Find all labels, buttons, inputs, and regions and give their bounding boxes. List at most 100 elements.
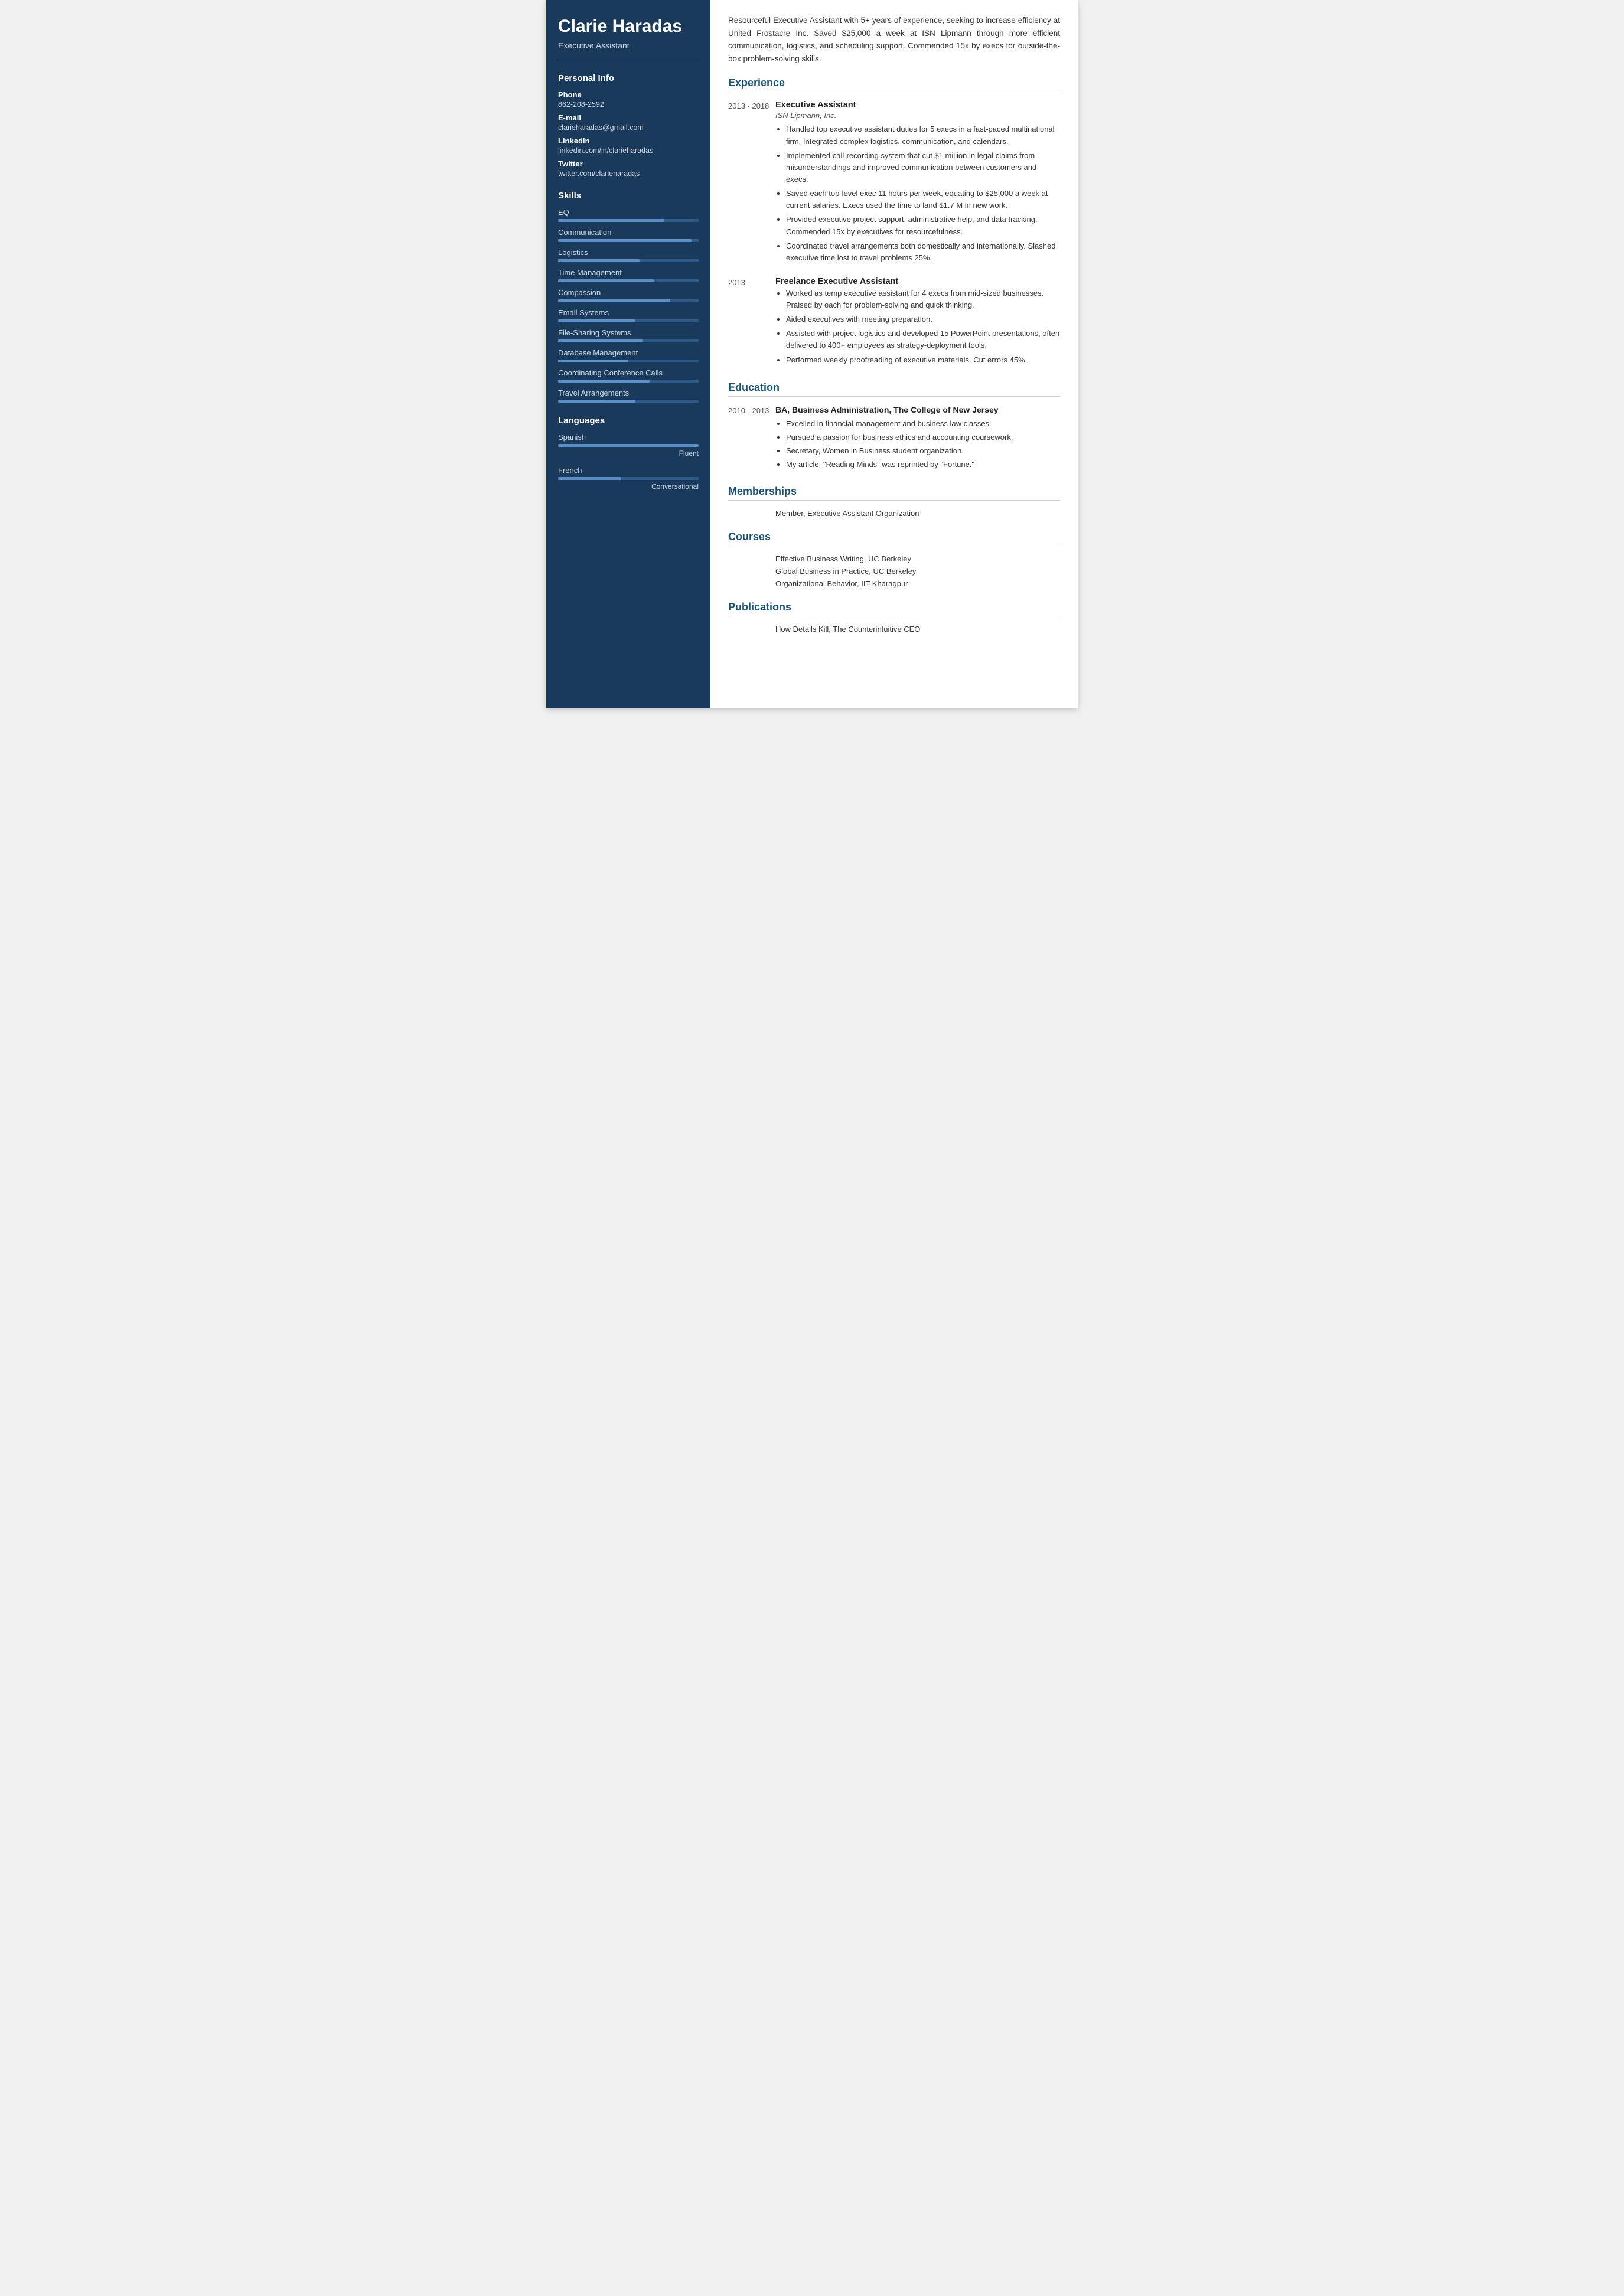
experience-section: Experience 2013 - 2018 Executive Assista…	[728, 77, 1060, 368]
education-heading: Education	[728, 381, 1060, 397]
skills-heading: Skills	[558, 191, 699, 201]
course-value: Organizational Behavior, IIT Kharagpur	[775, 579, 908, 588]
candidate-name: Clarie Haradas	[558, 17, 699, 37]
twitter-value: twitter.com/clarieharadas	[558, 169, 699, 178]
language-item: French Conversational	[558, 466, 699, 491]
exp-job-title: Freelance Executive Assistant	[775, 277, 1060, 286]
exp-bullets: Handled top executive assistant duties f…	[775, 123, 1060, 264]
course-value: Global Business in Practice, UC Berkeley	[775, 567, 916, 576]
courses-section: Courses Effective Business Writing, UC B…	[728, 531, 1060, 588]
phone-label: Phone	[558, 90, 699, 99]
courses-heading: Courses	[728, 531, 1060, 546]
skill-bar-bg	[558, 400, 699, 403]
skill-name: Coordinating Conference Calls	[558, 368, 699, 377]
edu-content: BA, Business Administration, The College…	[775, 405, 1060, 473]
skill-name: Time Management	[558, 268, 699, 277]
edu-bullet: Secretary, Women in Business student org…	[786, 445, 1060, 457]
exp-bullet: Provided executive project support, admi…	[786, 214, 1060, 237]
email-value: clarieharadas@gmail.com	[558, 123, 699, 132]
skill-name: EQ	[558, 208, 699, 217]
skill-item: Coordinating Conference Calls	[558, 368, 699, 383]
exp-job-title: Executive Assistant	[775, 100, 1060, 110]
experience-heading: Experience	[728, 77, 1060, 92]
course-indent	[728, 567, 775, 576]
language-level: Conversational	[558, 482, 699, 491]
resume-container: Clarie Haradas Executive Assistant Perso…	[546, 0, 1078, 708]
course-entry: Effective Business Writing, UC Berkeley	[728, 554, 1060, 563]
language-name: Spanish	[558, 433, 699, 442]
exp-bullet: Handled top executive assistant duties f…	[786, 123, 1060, 147]
course-indent	[728, 554, 775, 563]
language-bar-fill	[558, 444, 699, 447]
main-content: Resourceful Executive Assistant with 5+ …	[710, 0, 1078, 708]
experience-list: 2013 - 2018 Executive Assistant ISN Lipm…	[728, 100, 1060, 368]
summary-text: Resourceful Executive Assistant with 5+ …	[728, 14, 1060, 65]
exp-content: Freelance Executive Assistant Worked as …	[775, 277, 1060, 368]
membership-entry: Member, Executive Assistant Organization	[728, 509, 1060, 518]
skill-item: Time Management	[558, 268, 699, 282]
skills-section: Skills EQ Communication Logistics Time M…	[558, 191, 699, 403]
pub-value: How Details Kill, The Counterintuitive C…	[775, 625, 920, 633]
skill-bar-fill	[558, 219, 664, 222]
skill-item: Email Systems	[558, 308, 699, 322]
exp-bullet: Implemented call-recording system that c…	[786, 150, 1060, 185]
language-level: Fluent	[558, 449, 699, 458]
language-bar-fill	[558, 477, 621, 480]
memberships-section: Memberships Member, Executive Assistant …	[728, 485, 1060, 518]
memberships-heading: Memberships	[728, 485, 1060, 501]
sidebar: Clarie Haradas Executive Assistant Perso…	[546, 0, 710, 708]
membership-value: Member, Executive Assistant Organization	[775, 509, 919, 518]
edu-bullet: Excelled in financial management and bus…	[786, 418, 1060, 430]
skill-item: Database Management	[558, 348, 699, 362]
edu-degree: BA, Business Administration, The College…	[775, 405, 1060, 414]
skill-bar-fill	[558, 380, 650, 383]
exp-bullet: Aided executives with meeting preparatio…	[786, 313, 1060, 325]
twitter-label: Twitter	[558, 159, 699, 168]
course-value: Effective Business Writing, UC Berkeley	[775, 554, 911, 563]
email-label: E-mail	[558, 113, 699, 122]
skill-name: Travel Arrangements	[558, 388, 699, 397]
skill-bar-bg	[558, 259, 699, 262]
edu-date: 2010 - 2013	[728, 405, 775, 473]
course-entry: Global Business in Practice, UC Berkeley	[728, 567, 1060, 576]
education-entry: 2010 - 2013 BA, Business Administration,…	[728, 405, 1060, 473]
exp-bullet: Worked as temp executive assistant for 4…	[786, 288, 1060, 311]
languages-section: Languages Spanish Fluent French Conversa…	[558, 416, 699, 491]
publications-list: How Details Kill, The Counterintuitive C…	[728, 625, 1060, 633]
exp-date: 2013	[728, 277, 775, 368]
skill-item: Communication	[558, 228, 699, 242]
skill-bar-fill	[558, 279, 654, 282]
skill-bar-fill	[558, 360, 628, 362]
education-section: Education 2010 - 2013 BA, Business Admin…	[728, 381, 1060, 473]
languages-list: Spanish Fluent French Conversational	[558, 433, 699, 491]
exp-bullets: Worked as temp executive assistant for 4…	[775, 288, 1060, 366]
skill-item: File-Sharing Systems	[558, 328, 699, 342]
language-name: French	[558, 466, 699, 475]
skill-name: Compassion	[558, 288, 699, 297]
publication-entry: How Details Kill, The Counterintuitive C…	[728, 625, 1060, 633]
skill-bar-fill	[558, 259, 640, 262]
skill-bar-bg	[558, 380, 699, 383]
skill-bar-bg	[558, 299, 699, 302]
edu-bullet: My article, "Reading Minds" was reprinte…	[786, 459, 1060, 471]
courses-list: Effective Business Writing, UC Berkeley …	[728, 554, 1060, 588]
course-indent	[728, 579, 775, 588]
edu-bullets: Excelled in financial management and bus…	[775, 418, 1060, 471]
exp-company: ISN Lipmann, Inc.	[775, 111, 1060, 120]
skill-name: File-Sharing Systems	[558, 328, 699, 337]
pub-indent	[728, 625, 775, 633]
personal-info-heading: Personal Info	[558, 73, 699, 83]
experience-entry: 2013 - 2018 Executive Assistant ISN Lipm…	[728, 100, 1060, 266]
skill-item: Travel Arrangements	[558, 388, 699, 403]
skills-list: EQ Communication Logistics Time Manageme…	[558, 208, 699, 403]
education-list: 2010 - 2013 BA, Business Administration,…	[728, 405, 1060, 473]
skill-bar-fill	[558, 400, 635, 403]
skill-bar-fill	[558, 319, 635, 322]
publications-heading: Publications	[728, 601, 1060, 616]
exp-date: 2013 - 2018	[728, 100, 775, 266]
course-entry: Organizational Behavior, IIT Kharagpur	[728, 579, 1060, 588]
skill-bar-bg	[558, 219, 699, 222]
language-bar-bg	[558, 477, 699, 480]
language-item: Spanish Fluent	[558, 433, 699, 458]
memberships-list: Member, Executive Assistant Organization	[728, 509, 1060, 518]
